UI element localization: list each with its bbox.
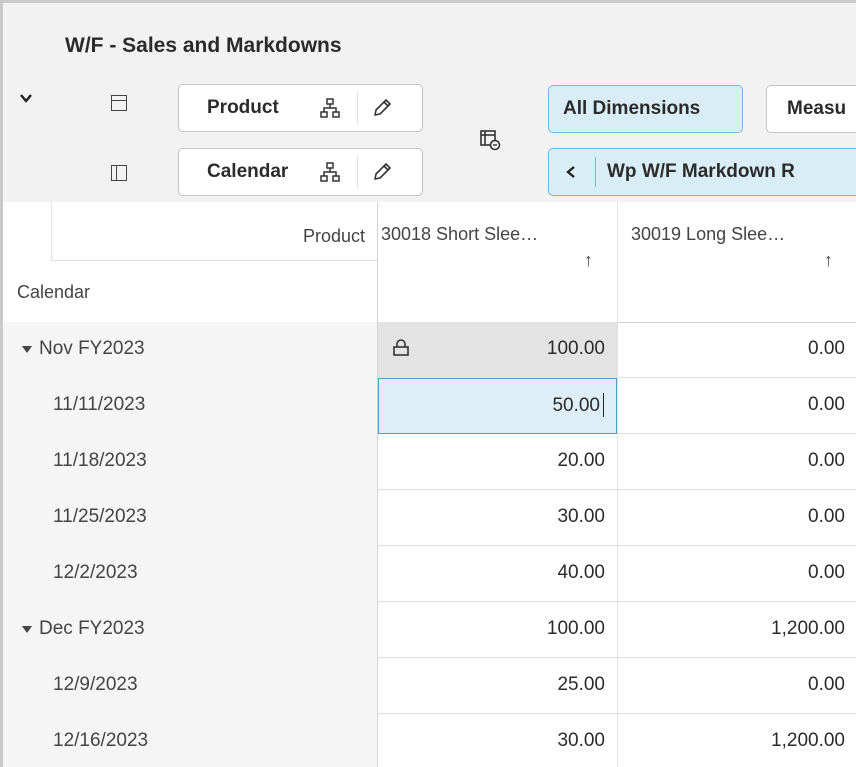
cell-value[interactable]: 50.00 [552,395,600,417]
cell-value: 0.00 [808,562,845,583]
grid-header: Product Calendar 30018 Short Slee… ↑ 300… [3,202,856,323]
data-grid: Product Calendar 30018 Short Slee… ↑ 300… [3,202,856,767]
dimension-toolbar: Product Calendar All Dimensions Measu Wp… [3,67,856,202]
title-bar: W/F - Sales and Markdowns [3,3,856,67]
row-label: 12/9/2023 [53,674,138,695]
data-cell[interactable]: 0.00 [618,490,856,546]
cell-value: 0.00 [808,506,845,527]
cell-value: 0.00 [808,394,845,415]
pill-divider [357,157,358,187]
column-header-label: 30019 Long Slee… [631,224,786,244]
cell-value: 20.00 [557,450,605,471]
row-header[interactable]: 12/2/2023 [3,546,377,602]
row-label: 12/16/2023 [53,730,149,751]
data-cell[interactable]: 0.00 [618,322,856,378]
column-header[interactable]: 30018 Short Slee… ↑ [381,216,617,306]
header-divider [51,202,52,260]
data-cell[interactable]: 1,200.00 [618,602,856,658]
row-label: 11/18/2023 [53,450,147,471]
dimension-label: Product [207,97,279,118]
pivot-icon[interactable] [479,129,501,151]
data-cell-editing[interactable]: 50.00 [378,378,617,434]
workbook-view: W/F - Sales and Markdowns Product Calend… [0,0,856,767]
row-header[interactable]: 11/18/2023 [3,434,377,490]
table-row: Nov FY2023 100.00 0.00 [3,322,856,378]
data-cell[interactable]: 30.00 [378,490,617,546]
column-dimension-label: Product [302,226,365,246]
view-title: W/F - Sales and Markdowns [65,34,342,57]
cell-value: 100.00 [546,618,605,639]
cell-value: 30.00 [557,506,605,527]
grid-body: Nov FY2023 100.00 0.00 11/11/2023 50.00 … [3,322,856,767]
lock-icon [393,339,409,356]
header-divider [51,260,377,261]
row-header[interactable]: 12/16/2023 [3,714,377,767]
dimension-pill-calendar[interactable]: Calendar [178,148,423,196]
cell-value: 25.00 [557,674,605,695]
row-header[interactable]: 11/25/2023 [3,490,377,546]
data-cell[interactable]: 0.00 [618,434,856,490]
table-row: 12/2/2023 40.00 0.00 [3,546,856,602]
data-cell[interactable]: 100.00 [378,322,617,378]
row-label: Nov FY2023 [39,338,145,359]
hierarchy-icon[interactable] [319,97,341,119]
row-header[interactable]: Nov FY2023 [3,322,377,378]
cell-value: 30.00 [557,730,605,751]
table-row: Dec FY2023 100.00 1,200.00 [3,602,856,658]
row-label: 11/25/2023 [53,506,147,527]
row-header[interactable]: 11/11/2023 [3,378,377,434]
row-header[interactable]: Dec FY2023 [3,602,377,658]
pill-divider [357,93,358,123]
all-dimensions-button[interactable]: All Dimensions [548,85,743,133]
table-row: 12/16/2023 30.00 1,200.00 [3,714,856,767]
data-cell[interactable]: 100.00 [378,602,617,658]
column-layout-icon[interactable] [111,165,127,181]
data-cell[interactable]: 25.00 [378,658,617,714]
table-row: 11/25/2023 30.00 0.00 [3,490,856,546]
data-cell[interactable]: 40.00 [378,546,617,602]
cell-value: 0.00 [808,674,845,695]
cell-value: 0.00 [808,450,845,471]
dimension-pill-product[interactable]: Product [178,84,423,132]
text-cursor [603,393,604,417]
cell-value: 1,200.00 [771,730,845,751]
row-label: Dec FY2023 [39,618,145,639]
nav-divider [595,157,596,187]
dimension-label: Calendar [207,161,289,182]
sort-ascending-icon[interactable]: ↑ [584,250,593,271]
data-cell[interactable]: 20.00 [378,434,617,490]
table-row: 12/9/2023 25.00 0.00 [3,658,856,714]
hierarchy-icon[interactable] [319,161,341,183]
data-cell[interactable]: 0.00 [618,658,856,714]
all-dimensions-label: All Dimensions [563,98,701,119]
sort-ascending-icon[interactable]: ↑ [824,250,833,271]
caret-down-icon[interactable] [22,346,32,353]
cell-value: 1,200.00 [771,618,845,639]
data-cell[interactable]: 0.00 [618,546,856,602]
measure-nav-label: Wp W/F Markdown R [607,161,795,182]
table-row: 11/11/2023 50.00 0.00 [3,378,856,434]
data-cell[interactable]: 1,200.00 [618,714,856,767]
data-cell[interactable]: 0.00 [618,378,856,434]
row-layout-icon[interactable] [111,95,127,111]
row-header[interactable]: 12/9/2023 [3,658,377,714]
chevron-down-icon[interactable] [19,91,33,105]
cell-value: 0.00 [808,338,845,359]
row-label: 11/11/2023 [53,394,146,415]
cell-value: 100.00 [546,338,605,359]
caret-down-icon[interactable] [22,626,32,633]
data-cell[interactable]: 30.00 [378,714,617,767]
row-dimension-label: Calendar [17,282,91,302]
column-header-label: 30018 Short Slee… [381,224,539,244]
measures-label: Measu [787,98,847,119]
measure-navigator[interactable]: Wp W/F Markdown R [548,148,856,196]
cell-value: 40.00 [557,562,605,583]
column-header[interactable]: 30019 Long Slee… ↑ [621,216,856,306]
table-row: 11/18/2023 20.00 0.00 [3,434,856,490]
measures-button[interactable]: Measu [766,85,856,133]
pencil-icon[interactable] [371,97,393,119]
chevron-left-icon[interactable] [565,165,577,179]
pencil-icon[interactable] [371,161,393,183]
row-label: 12/2/2023 [53,562,138,583]
